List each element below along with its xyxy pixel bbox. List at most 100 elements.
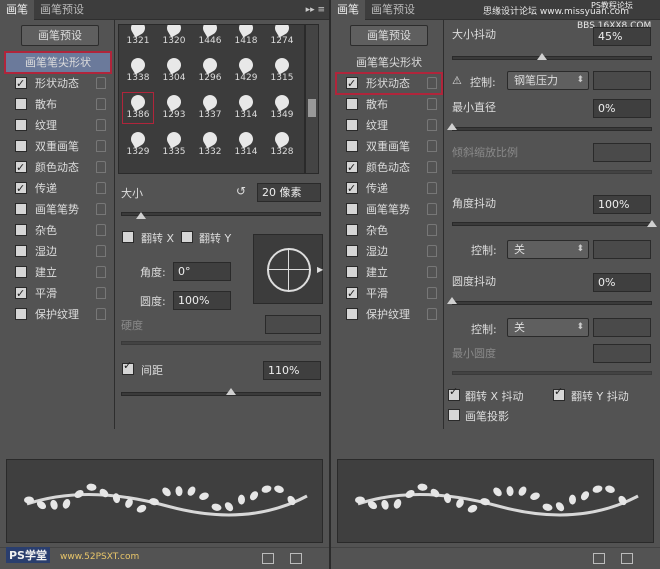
brush-tip[interactable]: 1320 — [159, 25, 189, 49]
brush-setting-item[interactable]: 平滑 — [336, 283, 442, 304]
brush-setting-item[interactable]: 杂色 — [5, 220, 111, 241]
min-roundness-slider[interactable] — [452, 371, 652, 375]
brush-setting-checkbox[interactable] — [346, 178, 358, 199]
lock-icon[interactable] — [96, 287, 106, 299]
lock-icon[interactable] — [427, 140, 437, 152]
new-brush-icon[interactable] — [290, 553, 302, 564]
control-select[interactable]: 钢笔压力 — [507, 71, 589, 90]
brush-tip[interactable]: 1332 — [195, 129, 225, 160]
brush-setting-item[interactable]: 画笔笔尖形状 — [336, 52, 442, 73]
flip-x-checkbox[interactable] — [122, 231, 134, 243]
brush-setting-item[interactable]: 杂色 — [336, 220, 442, 241]
brush-setting-checkbox[interactable] — [346, 224, 358, 236]
lock-icon[interactable] — [427, 203, 437, 215]
lock-icon[interactable] — [96, 245, 106, 257]
brush-setting-checkbox[interactable] — [15, 140, 27, 152]
brush-setting-checkbox[interactable] — [15, 203, 27, 215]
lock-icon[interactable] — [96, 182, 106, 194]
lock-icon[interactable] — [427, 119, 437, 131]
lock-icon[interactable] — [96, 98, 106, 110]
brush-setting-checkbox[interactable] — [346, 266, 358, 278]
brush-tip[interactable]: 1304 — [159, 55, 189, 86]
new-brush-icon[interactable] — [621, 553, 633, 564]
brush-tip[interactable]: 1386 — [122, 92, 154, 124]
brush-setting-item[interactable]: 双重画笔 — [336, 136, 442, 157]
brush-tip[interactable]: 1335 — [159, 129, 189, 160]
spacing-checkbox[interactable] — [122, 359, 134, 375]
hardness-field[interactable] — [265, 315, 321, 334]
toggle-bristle-preview-icon[interactable] — [593, 553, 605, 564]
panel-menu-icon[interactable]: ▸▸ ≡ — [306, 0, 325, 20]
brush-setting-checkbox[interactable] — [346, 308, 358, 320]
brush-tip[interactable]: 1315 — [267, 55, 297, 86]
brush-setting-checkbox[interactable] — [346, 245, 358, 257]
brush-tip[interactable]: 1296 — [195, 55, 225, 86]
brush-setting-checkbox[interactable] — [346, 157, 358, 178]
brush-tip-grid[interactable]: 1321 1320 1446 1418 1274 1338 1304 1296 1429 1315… — [118, 24, 305, 174]
lock-icon[interactable] — [96, 224, 106, 236]
brush-tip[interactable]: 1418 — [231, 25, 261, 49]
brush-setting-item[interactable]: 建立 — [336, 262, 442, 283]
spacing-slider[interactable] — [121, 392, 321, 396]
brush-setting-item[interactable]: 保护纹理 — [336, 304, 442, 325]
lock-icon[interactable] — [427, 266, 437, 278]
lock-icon[interactable] — [96, 266, 106, 278]
control3-extra-field[interactable] — [593, 318, 651, 337]
roundness-jitter-field[interactable]: 0% — [593, 273, 651, 292]
brush-setting-item[interactable]: 散布 — [5, 94, 111, 115]
brush-setting-checkbox[interactable] — [346, 283, 358, 304]
brush-tip[interactable]: 1314 — [231, 129, 261, 160]
tilt-scale-slider[interactable] — [452, 170, 652, 174]
lock-icon[interactable] — [96, 77, 106, 89]
brush-setting-item[interactable]: 建立 — [5, 262, 111, 283]
brush-setting-checkbox[interactable] — [15, 266, 27, 278]
tab-brush-presets[interactable]: 画笔预设 — [34, 0, 90, 20]
angle-roundness-dial[interactable]: ▶ — [253, 234, 323, 304]
roundness-jitter-knob[interactable] — [447, 297, 457, 304]
toggle-bristle-preview-icon[interactable] — [262, 553, 274, 564]
brush-setting-item[interactable]: 画笔笔尖形状 — [4, 51, 112, 74]
brush-grid-scrollbar[interactable] — [305, 24, 319, 174]
brush-setting-item[interactable]: 纹理 — [5, 115, 111, 136]
lock-icon[interactable] — [427, 245, 437, 257]
brush-presets-button[interactable]: 画笔预设 — [21, 25, 99, 46]
scroll-thumb[interactable] — [308, 99, 316, 117]
brush-tip[interactable]: 1314 — [231, 92, 261, 123]
brush-tip[interactable]: 1329 — [123, 129, 153, 160]
lock-icon[interactable] — [96, 203, 106, 215]
flip-y-jitter-checkbox[interactable] — [553, 385, 565, 401]
brush-tip[interactable]: 1337 — [195, 92, 225, 123]
brush-setting-item[interactable]: 颜色动态 — [5, 157, 111, 178]
size-field[interactable]: 20 像素 — [257, 183, 321, 202]
brush-tip[interactable]: 1321 — [123, 25, 153, 49]
flip-y-checkbox[interactable] — [181, 231, 193, 243]
brush-setting-item[interactable]: 湿边 — [5, 241, 111, 262]
brush-tip[interactable]: 1338 — [123, 55, 153, 86]
angle-jitter-field[interactable]: 100% — [593, 195, 651, 214]
brush-setting-checkbox[interactable] — [346, 73, 358, 94]
lock-icon[interactable] — [96, 308, 106, 320]
spacing-slider-knob[interactable] — [226, 388, 236, 395]
brush-tip[interactable]: 1446 — [195, 25, 225, 49]
flip-x-jitter-checkbox[interactable] — [448, 385, 460, 401]
brush-setting-checkbox[interactable] — [346, 203, 358, 215]
brush-setting-item[interactable]: 画笔笔势 — [5, 199, 111, 220]
tilt-scale-field[interactable] — [593, 143, 651, 162]
spacing-field[interactable]: 110% — [263, 361, 321, 380]
tab-brush-presets[interactable]: 画笔预设 — [365, 0, 421, 20]
lock-icon[interactable] — [96, 161, 106, 173]
roundness-field[interactable]: 100% — [173, 291, 231, 310]
brush-setting-checkbox[interactable] — [15, 178, 27, 199]
brush-setting-checkbox[interactable] — [15, 157, 27, 178]
hardness-slider[interactable] — [121, 341, 321, 345]
brush-setting-checkbox[interactable] — [15, 245, 27, 257]
brush-setting-item[interactable]: 湿边 — [336, 241, 442, 262]
brush-setting-checkbox[interactable] — [346, 140, 358, 152]
size-jitter-slider[interactable] — [452, 56, 652, 60]
min-diameter-knob[interactable] — [447, 123, 457, 130]
lock-icon[interactable] — [427, 287, 437, 299]
angle-jitter-knob[interactable] — [647, 220, 657, 227]
brush-setting-item[interactable]: 传递 — [5, 178, 111, 199]
lock-icon[interactable] — [427, 182, 437, 194]
control3-select[interactable]: 关 — [507, 318, 589, 337]
